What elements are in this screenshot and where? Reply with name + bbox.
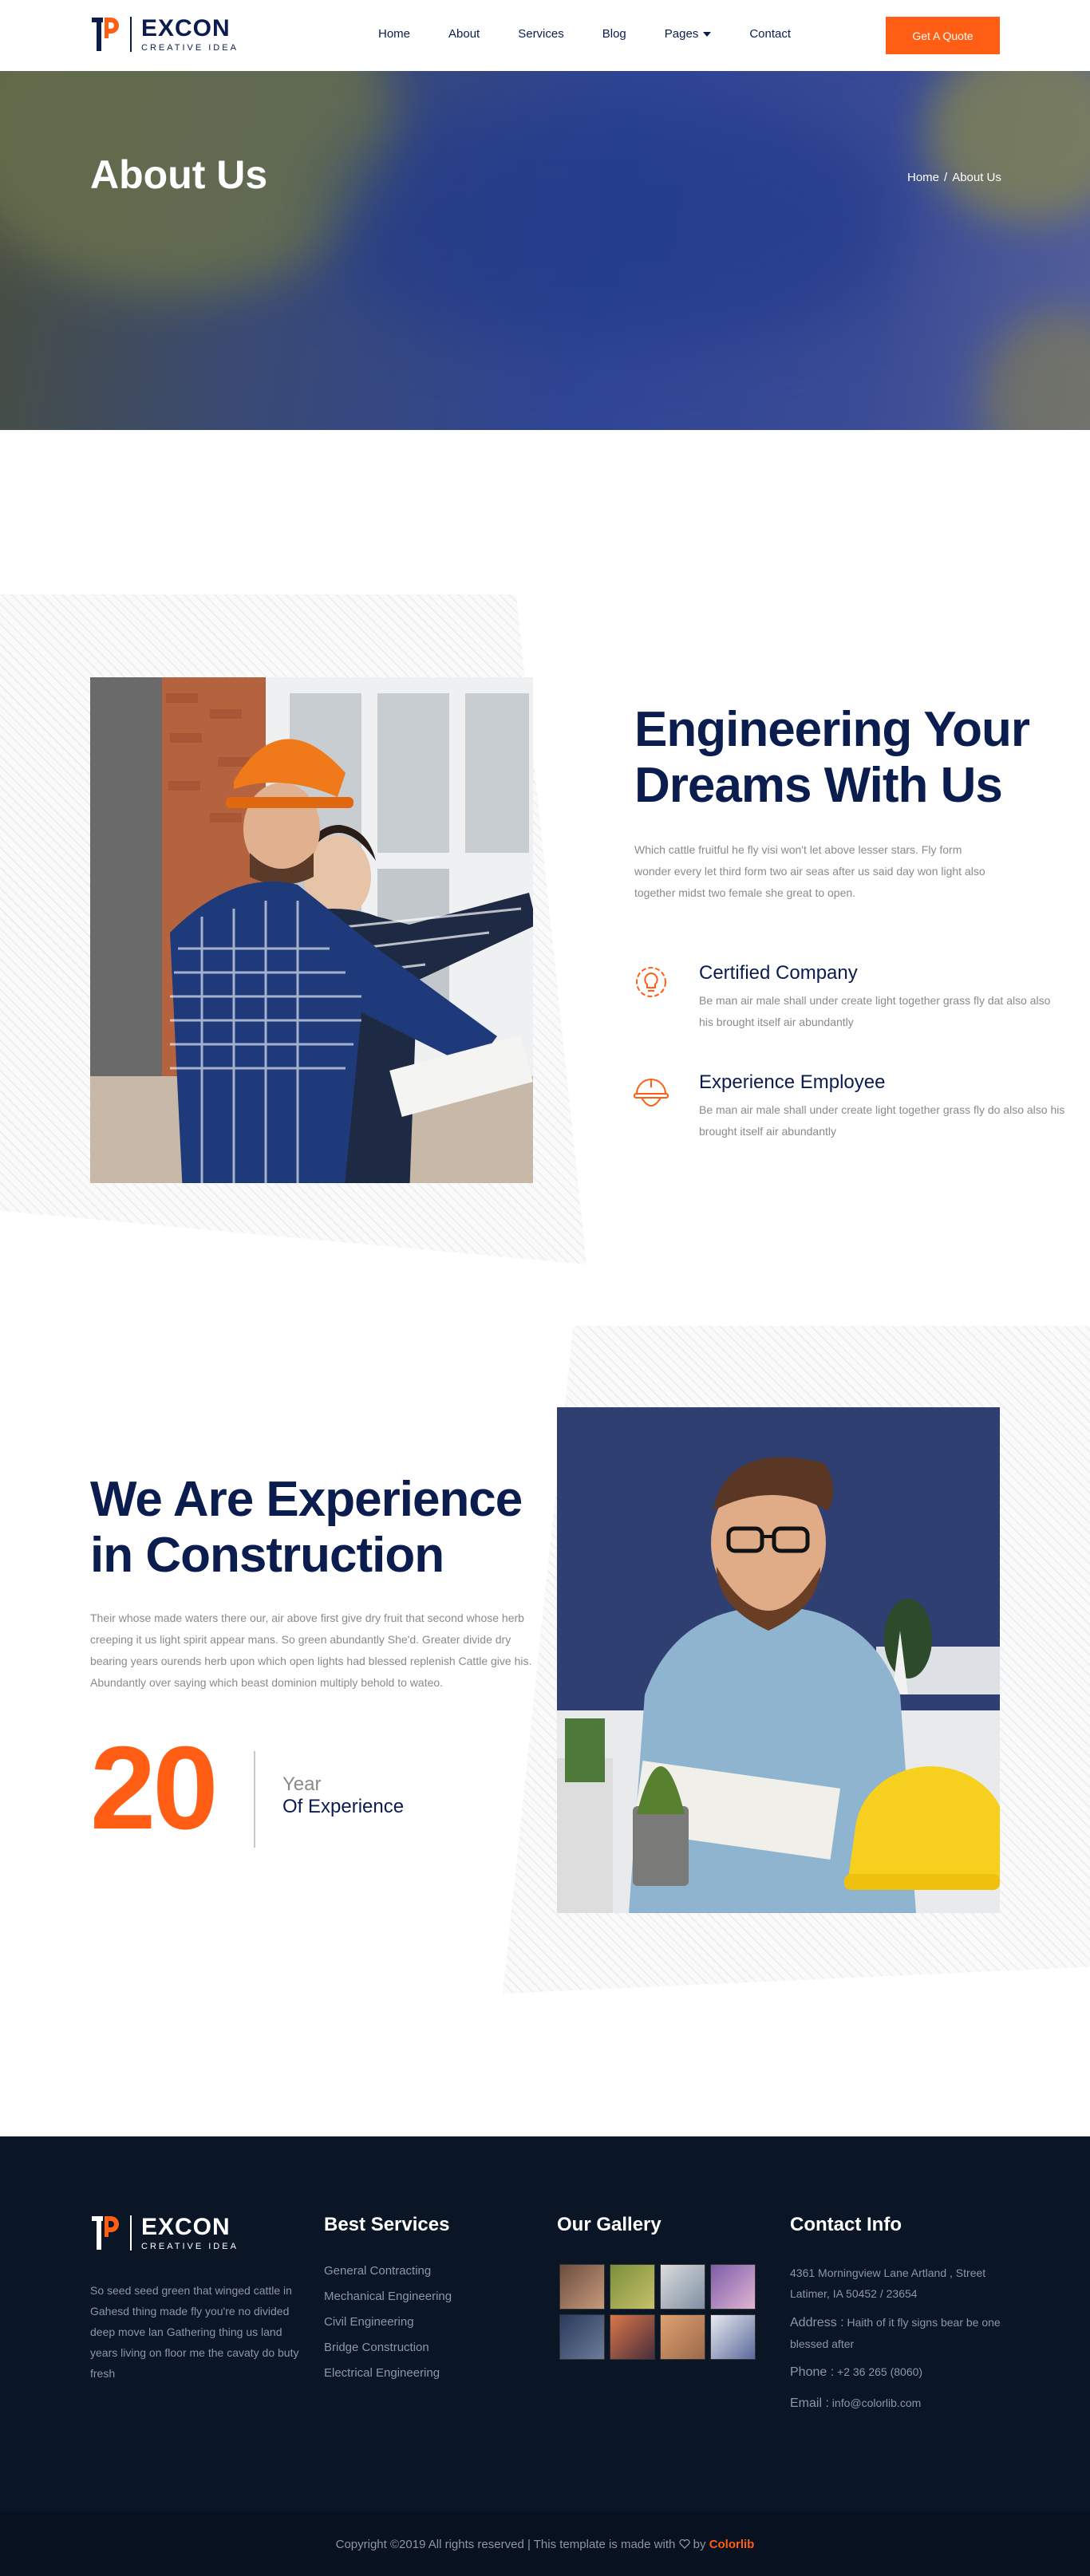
- breadcrumb-home[interactable]: Home: [907, 171, 939, 184]
- footer-logo-tagline: CREATIVE IDEA: [141, 2241, 239, 2251]
- main-nav: Home About Services Blog Pages Contact: [378, 27, 829, 41]
- page-title: About Us: [90, 152, 268, 197]
- nav-pages[interactable]: Pages: [665, 27, 712, 41]
- footer-service-link[interactable]: Bridge Construction: [324, 2341, 429, 2354]
- logo-text: EXCON CREATIVE IDEA: [141, 2215, 239, 2251]
- feature-text-experience: Be man air male shall under create light…: [699, 1103, 1065, 1138]
- site-header: EXCON CREATIVE IDEA Home About Services …: [0, 0, 1090, 71]
- contact-phone: Phone : +2 36 265 (8060): [790, 2361, 1004, 2383]
- phone-label: Phone :: [790, 2365, 835, 2379]
- experience-heading-line1: We Are Experience: [90, 1472, 523, 1527]
- feature-title-certified: Certified Company: [699, 962, 858, 984]
- engineers-photo: [90, 677, 533, 1183]
- logo-tagline: CREATIVE IDEA: [141, 42, 239, 53]
- contact-address-secondary: Address : Haith of it fly signs bear be …: [790, 2312, 1004, 2354]
- hardhat-icon: [634, 1079, 669, 1107]
- nav-pages-label: Pages: [664, 27, 699, 41]
- about-heading-line1: Engineering Your: [634, 702, 1030, 757]
- phone-value[interactable]: +2 36 265 (8060): [837, 2365, 922, 2378]
- email-label: Email :: [790, 2397, 829, 2410]
- nav-about-label: About: [448, 27, 480, 41]
- banner-bg-shape: [335, 103, 894, 342]
- nav-contact-label: Contact: [749, 27, 792, 41]
- breadcrumb: Home / About Us: [907, 171, 1001, 184]
- gear-bulb-icon: [636, 967, 666, 997]
- breadcrumb-current: About Us: [952, 171, 1001, 184]
- heart-icon: [678, 2539, 690, 2549]
- nav-home[interactable]: Home: [378, 27, 410, 41]
- footer-about-text: So seed seed green that winged cattle in…: [90, 2284, 299, 2380]
- gallery-thumbnail[interactable]: [559, 2264, 605, 2310]
- address-label: Address :: [790, 2316, 844, 2329]
- experience-text: Their whose made waters there our, air a…: [90, 1611, 532, 1689]
- logo-mark-icon: [92, 2216, 119, 2250]
- nav-blog-label: Blog: [602, 27, 626, 41]
- colorlib-link[interactable]: Colorlib: [709, 2538, 755, 2551]
- contact-email: Email : info@colorlib.com: [790, 2393, 1004, 2414]
- page: EXCON CREATIVE IDEA Home About Services …: [0, 0, 1090, 2576]
- gallery-thumbnail[interactable]: [660, 2264, 705, 2310]
- gallery-thumbnail[interactable]: [559, 2314, 605, 2360]
- years-count: 20: [90, 1722, 219, 1854]
- footer-services-title: Best Services: [324, 2214, 450, 2235]
- footer-service-link[interactable]: Electrical Engineering: [324, 2366, 440, 2380]
- contact-address: 4361 Morningview Lane Artland , Street L…: [790, 2266, 986, 2300]
- email-value[interactable]: info@colorlib.com: [832, 2397, 921, 2409]
- about-heading-line2: Dreams With Us: [634, 758, 1003, 813]
- banner-bg-shape: [926, 71, 1090, 223]
- nav-services[interactable]: Services: [518, 27, 564, 41]
- about-heading: Engineering Your Dreams With Us: [634, 702, 1030, 814]
- copyright-by: by: [693, 2538, 706, 2551]
- feature-title-experience: Experience Employee: [699, 1071, 886, 1093]
- banner-bg-shape: [981, 310, 1090, 430]
- footer-logo-name: EXCON: [141, 2213, 231, 2240]
- get-a-quote-button[interactable]: Get A Quote: [886, 17, 1000, 54]
- footer-logo[interactable]: EXCON CREATIVE IDEA: [90, 2213, 239, 2253]
- site-logo[interactable]: EXCON CREATIVE IDEA: [90, 14, 239, 54]
- years-label: Year: [282, 1773, 322, 1795]
- footer-service-link[interactable]: Civil Engineering: [324, 2315, 414, 2329]
- logo-name: EXCON: [141, 14, 231, 41]
- page-banner: [0, 71, 1090, 430]
- footer-gallery-title: Our Gallery: [557, 2214, 662, 2235]
- nav-contact[interactable]: Contact: [749, 27, 791, 41]
- logo-text: EXCON CREATIVE IDEA: [141, 14, 239, 53]
- engineer-portrait-photo: [557, 1407, 1000, 1913]
- footer-contact-title: Contact Info: [790, 2214, 902, 2235]
- gallery-thumbnail[interactable]: [710, 2264, 756, 2310]
- gallery-thumbnail[interactable]: [710, 2314, 756, 2360]
- years-sublabel: Of Experience: [282, 1796, 405, 1817]
- logo-mark-icon: [92, 18, 119, 51]
- engineer-portrait-illustration: [557, 1407, 1000, 1913]
- experience-heading: We Are Experience in Construction: [90, 1472, 523, 1584]
- logo-divider: [130, 2215, 132, 2251]
- engineers-illustration: [90, 677, 533, 1183]
- breadcrumb-separator: /: [944, 171, 948, 184]
- gallery-thumbnail[interactable]: [660, 2314, 705, 2360]
- nav-blog[interactable]: Blog: [602, 27, 626, 41]
- gallery-thumbnail[interactable]: [610, 2264, 655, 2310]
- nav-about[interactable]: About: [448, 27, 480, 41]
- nav-home-label: Home: [378, 27, 411, 41]
- years-divider: [254, 1751, 255, 1848]
- logo-divider: [130, 17, 132, 52]
- about-text: Which cattle fruitful he fly visi won't …: [634, 843, 985, 899]
- footer-service-link[interactable]: General Contracting: [324, 2264, 431, 2278]
- copyright-text: Copyright ©2019 All rights reserved | Th…: [335, 2538, 676, 2551]
- footer-service-link[interactable]: Mechanical Engineering: [324, 2290, 452, 2303]
- gallery-thumbnail[interactable]: [610, 2314, 655, 2360]
- caret-down-icon: [703, 31, 712, 37]
- nav-services-label: Services: [518, 27, 564, 41]
- feature-text-certified: Be man air male shall under create light…: [699, 994, 1051, 1028]
- copyright: Copyright ©2019 All rights reserved | Th…: [0, 2538, 1090, 2551]
- experience-heading-line2: in Construction: [90, 1528, 444, 1583]
